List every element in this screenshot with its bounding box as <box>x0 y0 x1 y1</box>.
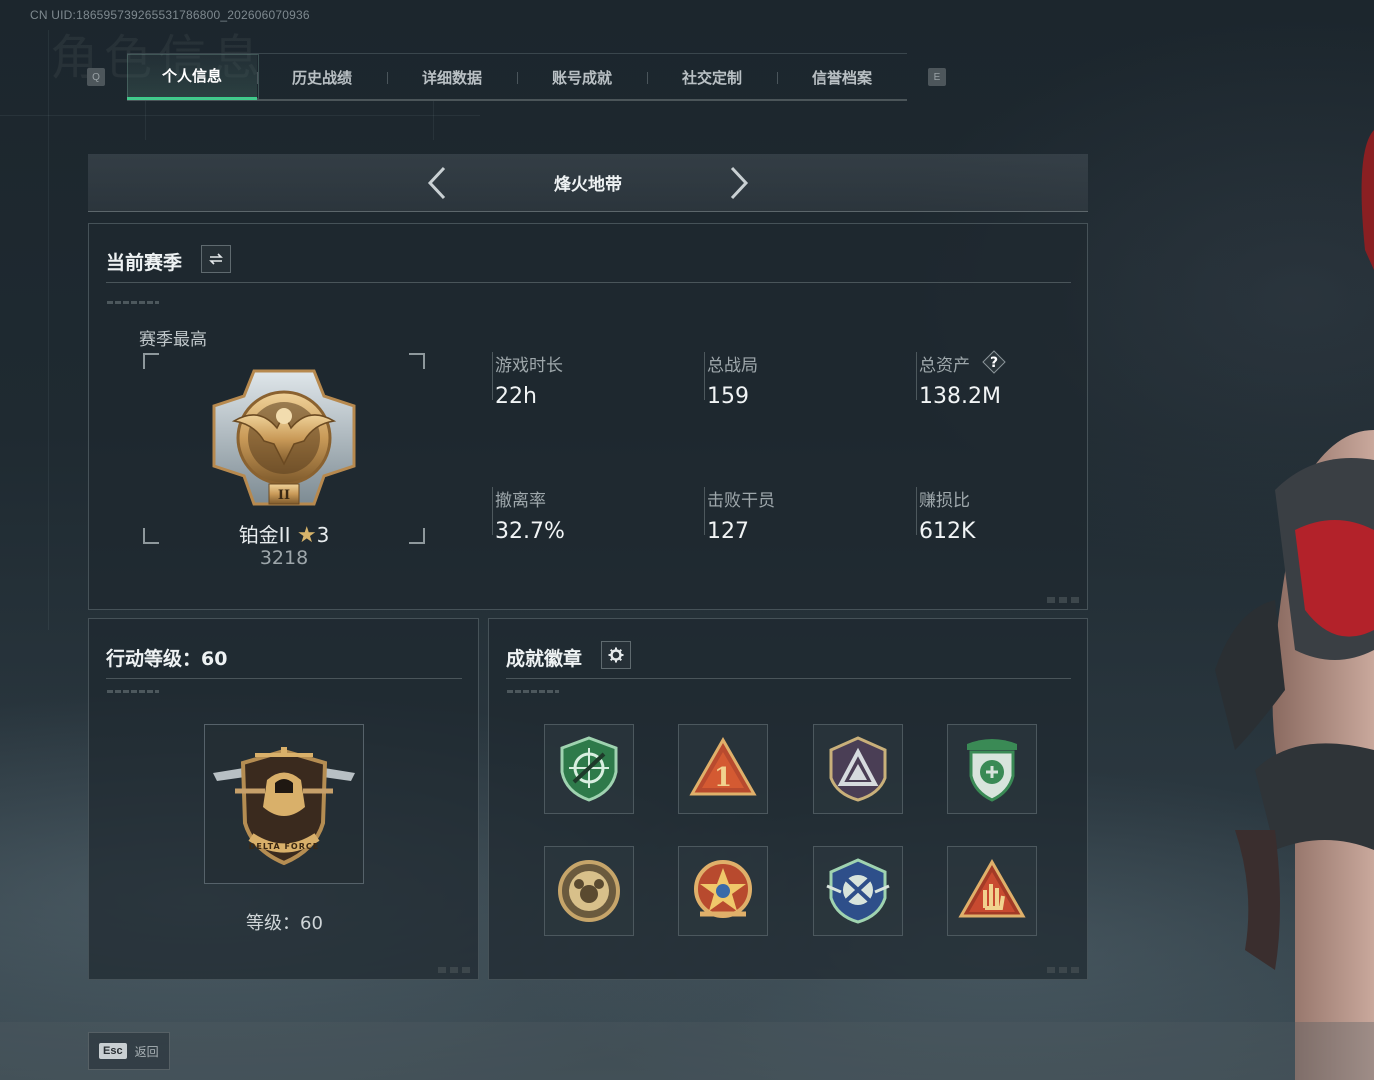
rank-name-row: 铂金II ★3 <box>89 519 479 548</box>
level-emblem-frame: DELTA FORCE <box>204 724 364 884</box>
decor-bars <box>507 690 559 693</box>
season-title: 当前赛季 <box>106 252 183 274</box>
tab-personal-info[interactable]: 个人信息 <box>127 54 259 100</box>
divider <box>506 678 1071 679</box>
decor-bars <box>107 301 159 304</box>
stat-value-extraction-rate: 32.7% <box>495 519 565 544</box>
chevron-right-icon <box>730 166 749 199</box>
stat-label-operators-defeated: 击败干员 <box>707 491 775 511</box>
stat-label-playtime: 游戏时长 <box>495 356 563 376</box>
frame-corner <box>409 353 425 369</box>
badges-title: 成就徽章 <box>506 648 583 670</box>
badge-slot[interactable]: 1 <box>678 724 768 814</box>
bg-grid-line <box>145 100 146 140</box>
decor-bars <box>107 690 159 693</box>
divider <box>492 487 493 535</box>
purple-shield-triangle-badge-icon <box>829 736 887 802</box>
stat-label-total-assets: 总资产 <box>919 356 970 376</box>
swap-icon <box>209 253 223 265</box>
divider <box>492 352 493 400</box>
divider <box>106 282 1071 283</box>
stat-value-total-matches: 159 <box>707 384 749 409</box>
svg-text:1: 1 <box>714 763 732 793</box>
operator-character-image <box>1215 130 1374 1080</box>
footer-bar <box>0 1022 1374 1080</box>
stat-value-operators-defeated: 127 <box>707 519 749 544</box>
red-triangle-hand-badge-icon <box>958 858 1026 918</box>
tab-social-customization[interactable]: 社交定制 <box>647 54 777 100</box>
stat-value-playtime: 22h <box>495 384 537 409</box>
bronze-round-badge-icon <box>558 860 620 922</box>
badge-slot[interactable] <box>947 846 1037 936</box>
stat-label-total-matches: 总战局 <box>707 356 758 376</box>
divider <box>916 352 917 400</box>
stat-value-total-assets: 138.2M <box>919 384 1001 409</box>
esc-key: Esc <box>99 1043 127 1059</box>
blue-shield-wings-badge-icon <box>826 858 890 924</box>
rank-points: 3218 <box>259 547 309 569</box>
stat-label-profit-ratio: 赚损比 <box>919 491 970 511</box>
bg-grid-line <box>433 100 434 140</box>
badge-slot[interactable] <box>947 724 1037 814</box>
mode-next-button[interactable] <box>718 163 758 203</box>
badge-slot[interactable] <box>813 846 903 936</box>
mode-prev-button[interactable] <box>418 163 458 203</box>
bg-grid-line <box>48 30 49 630</box>
green-shield-crosshair-badge-icon <box>560 736 618 802</box>
platinum-rank-emblem-icon: II <box>212 369 356 506</box>
green-shield-emblem-badge-icon <box>967 739 1017 802</box>
badge-slot[interactable] <box>678 846 768 936</box>
tab-reputation-record[interactable]: 信誉档案 <box>777 54 907 100</box>
help-glyph: ? <box>990 355 998 371</box>
stat-value-profit-ratio: 612K <box>919 519 976 544</box>
back-label: 返回 <box>134 1044 159 1059</box>
decor-dots <box>1047 967 1083 973</box>
emblem-text: DELTA FORCE <box>249 842 319 851</box>
chevron-left-icon <box>427 166 446 199</box>
badge-slot[interactable] <box>813 724 903 814</box>
red-triangle-number-one-badge-icon: 1 <box>689 736 757 796</box>
badges-panel: 成就徽章 1 <box>488 618 1088 980</box>
tab-match-history[interactable]: 历史战绩 <box>257 54 387 100</box>
season-switch-button[interactable] <box>201 245 231 273</box>
frame-corner <box>143 353 159 369</box>
back-button[interactable]: Esc 返回 <box>88 1032 170 1070</box>
mode-selector: 烽火地带 <box>88 154 1088 212</box>
divider <box>106 678 462 679</box>
level-value: 等级：60 <box>246 913 323 934</box>
mode-title: 烽火地带 <box>554 175 622 195</box>
badge-slot[interactable] <box>544 846 634 936</box>
divider <box>704 487 705 535</box>
decor-dots <box>438 967 474 973</box>
divider <box>916 487 917 535</box>
badge-slot[interactable] <box>544 724 634 814</box>
svg-text:II: II <box>278 488 290 503</box>
decor-dots <box>1047 597 1083 603</box>
star-icon: ★ <box>296 523 317 548</box>
tab-detailed-data[interactable]: 详细数据 <box>387 54 517 100</box>
season-best-label: 赛季最高 <box>139 330 207 350</box>
tab-next-key[interactable]: E <box>928 68 946 86</box>
help-button[interactable]: ? <box>982 350 1006 374</box>
star-ribbon-badge-icon <box>694 860 752 918</box>
tab-bar: 个人信息 历史战绩 详细数据 账号成就 社交定制 信誉档案 <box>127 53 907 101</box>
question-icon: ? <box>982 350 1006 374</box>
stat-label-extraction-rate: 撤离率 <box>495 491 546 511</box>
delta-force-emblem-icon: DELTA FORCE <box>213 747 355 866</box>
bg-grid-line <box>0 115 480 116</box>
season-panel: 当前赛季 赛季最高 II 铂金II ★3 3218 游戏时长 22h 总战局 1… <box>88 223 1088 610</box>
rank-name: 铂金II <box>238 523 291 547</box>
rank-stars: 3 <box>316 523 330 547</box>
level-title: 行动等级：60 <box>106 648 228 670</box>
tab-prev-key[interactable]: Q <box>87 68 105 86</box>
badges-settings-button[interactable] <box>601 641 631 669</box>
gear-icon <box>608 647 624 663</box>
divider <box>704 352 705 400</box>
tab-account-achievements[interactable]: 账号成就 <box>517 54 647 100</box>
level-panel: 行动等级：60 DELTA FORCE 等级：60 <box>88 618 479 980</box>
